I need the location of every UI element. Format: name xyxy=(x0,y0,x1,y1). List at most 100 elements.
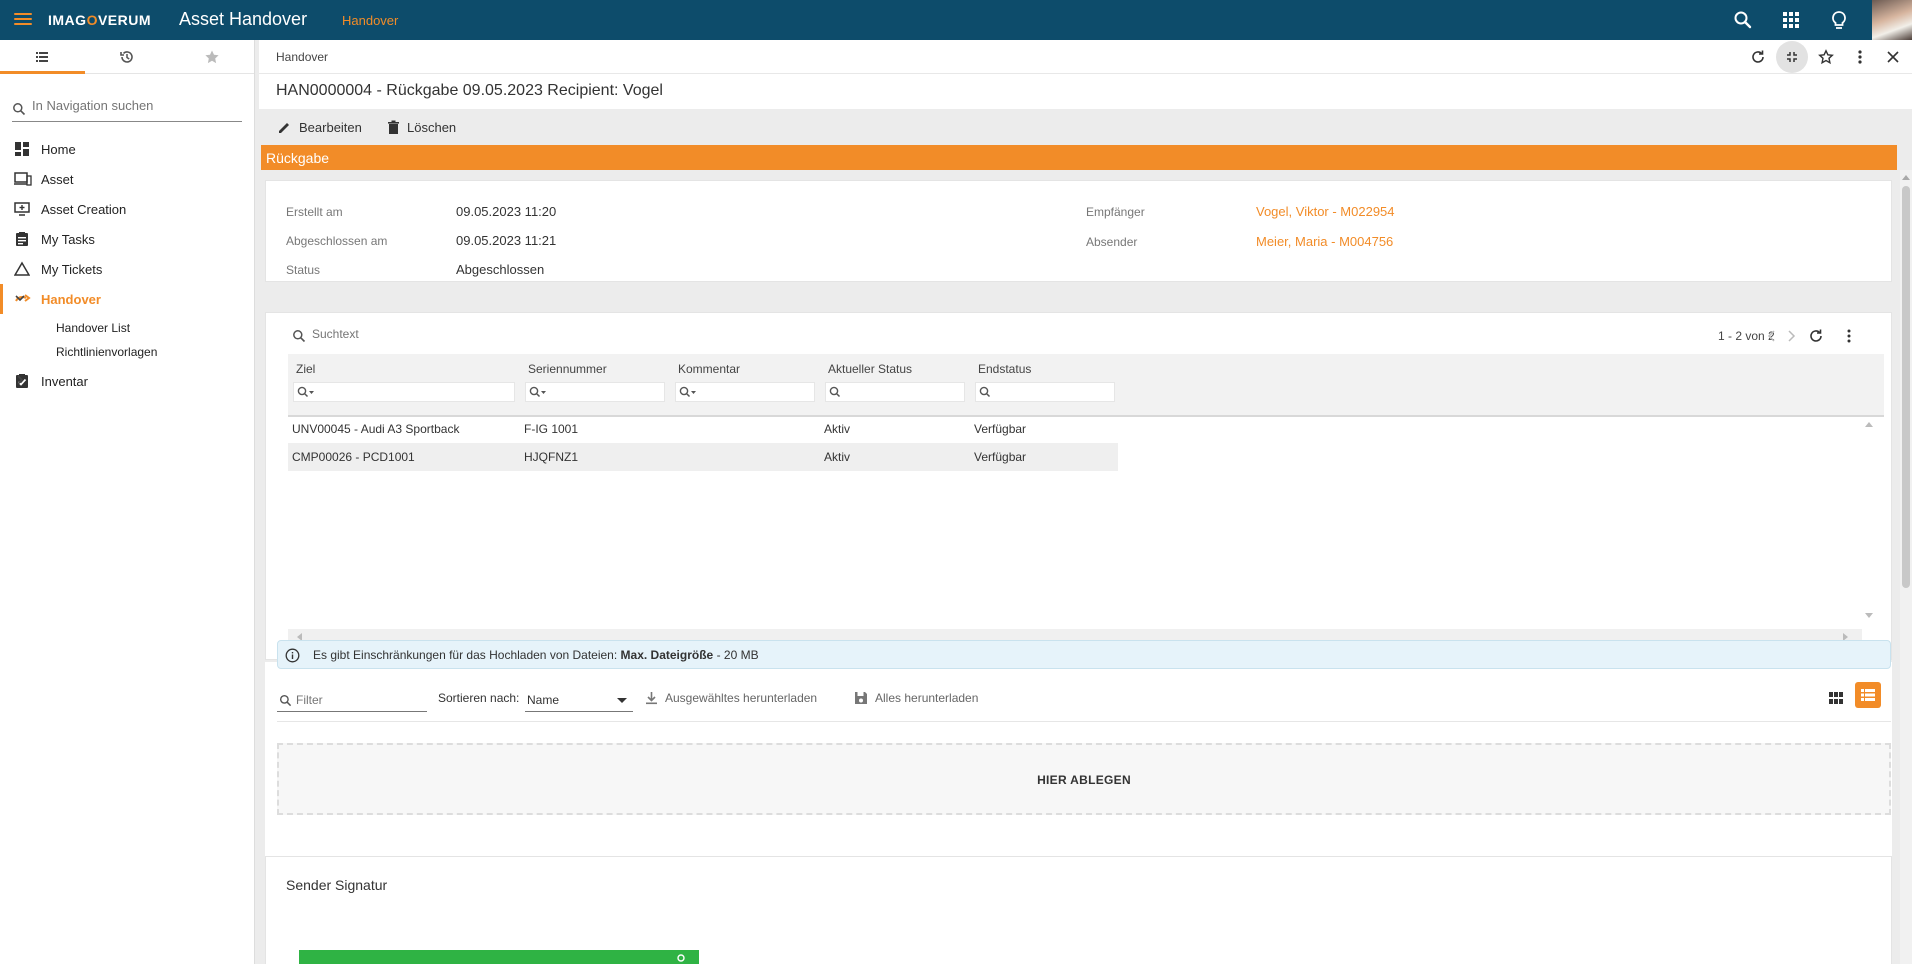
top-app-bar: IMAGOVERUM Asset Handover Handover xyxy=(0,0,1912,40)
user-avatar[interactable] xyxy=(1872,0,1912,40)
collapse-fullscreen-icon[interactable] xyxy=(1776,41,1808,73)
dashboard-icon xyxy=(15,142,29,156)
search-icon[interactable] xyxy=(1732,9,1754,31)
clipboard-icon xyxy=(16,232,28,246)
breadcrumb[interactable]: Handover xyxy=(276,50,328,64)
cell-seriennummer: HJQFNZ1 xyxy=(524,450,578,464)
sidebar-item-label: Inventar xyxy=(41,374,88,389)
cell-ziel: CMP00026 - PCD1001 xyxy=(292,450,415,464)
navigation-search-input[interactable] xyxy=(32,98,237,113)
search-icon xyxy=(13,103,26,116)
pencil-icon xyxy=(279,122,289,133)
tab-navigation-list[interactable] xyxy=(0,40,85,74)
sidebar-item-my-tasks[interactable]: My Tasks xyxy=(0,224,254,254)
breadcrumb-bar: Handover xyxy=(259,40,1912,74)
info-icon xyxy=(285,648,300,663)
warning-triangle-icon xyxy=(14,261,30,276)
imagoverum-logo: IMAGOVERUM xyxy=(48,12,152,28)
cell-ziel: UNV00045 - Audi A3 Sportback xyxy=(292,422,460,436)
close-icon[interactable] xyxy=(1882,46,1904,68)
column-header-endstatus[interactable]: Endstatus xyxy=(978,362,1031,376)
sidebar-item-home[interactable]: Home xyxy=(0,134,254,164)
list-icon xyxy=(36,51,49,62)
sidebar-item-asset[interactable]: Asset xyxy=(0,164,254,194)
delete-button[interactable]: Löschen xyxy=(387,118,456,136)
chevron-down-icon xyxy=(15,295,25,302)
page-scrollbar-thumb[interactable] xyxy=(1902,186,1910,588)
grid-vertical-scrollbar[interactable] xyxy=(1862,417,1876,629)
upload-info-text: Es gibt Einschränkungen für das Hochlade… xyxy=(313,648,759,662)
cell-seriennummer: F-IG 1001 xyxy=(524,422,579,436)
edit-button[interactable]: Bearbeiten xyxy=(277,118,362,136)
table-row[interactable]: CMP00026 - PCD1001 HJQFNZ1 Aktiv Verfügb… xyxy=(288,443,1118,471)
lightbulb-icon[interactable] xyxy=(1828,9,1850,31)
list-view-toggle[interactable] xyxy=(1855,682,1881,708)
sidebar-item-label: Home xyxy=(41,142,76,157)
apps-grid-icon[interactable] xyxy=(1780,9,1802,31)
file-filter-input[interactable] xyxy=(296,693,421,707)
recipient-link[interactable]: Vogel, Viktor - M022954 xyxy=(1256,204,1395,219)
cell-endstatus: Verfügbar xyxy=(974,450,1027,464)
closed-value: 09.05.2023 11:21 xyxy=(456,233,557,248)
page-vertical-scrollbar[interactable] xyxy=(1900,170,1912,964)
sidebar-item-label: My Tickets xyxy=(41,262,103,277)
column-header-kommentar[interactable]: Kommentar xyxy=(678,362,740,376)
section-header: Rückgabe xyxy=(261,145,1897,170)
download-selected-button[interactable]: Ausgewähltes herunterladen xyxy=(645,689,817,707)
dropdown-arrow-icon xyxy=(617,698,627,703)
refresh-icon[interactable] xyxy=(1747,46,1769,68)
more-vertical-icon[interactable] xyxy=(1846,328,1852,344)
details-card: Erstellt am 09.05.2023 11:20 Abgeschloss… xyxy=(265,180,1892,282)
sidebar-subitem-richtlinienvorlagen[interactable]: Richtlinienvorlagen xyxy=(56,345,157,359)
file-dropzone[interactable]: HIER ABLEGEN xyxy=(277,743,1891,815)
signature-pad-icon xyxy=(677,954,685,962)
filter-ziel[interactable] xyxy=(293,382,515,402)
download-icon xyxy=(646,692,657,705)
dropzone-label: HIER ABLEGEN xyxy=(1037,773,1131,787)
record-title-bar: HAN0000004 - Rückgabe 09.05.2023 Recipie… xyxy=(259,74,1912,109)
sidebar-item-label: Asset xyxy=(41,172,74,187)
sidebar-item-inventar[interactable]: Inventar xyxy=(0,366,254,396)
chevron-right-icon[interactable] xyxy=(1786,330,1796,342)
filter-aktueller-status[interactable] xyxy=(825,382,965,402)
table-row[interactable]: UNV00045 - Audi A3 Sportback F-IG 1001 A… xyxy=(288,415,1118,443)
sort-select[interactable]: Name xyxy=(525,688,633,712)
navigation-search[interactable] xyxy=(12,96,242,122)
grid-header: Ziel Seriennummer Kommentar Aktueller St… xyxy=(288,354,1884,415)
sender-link[interactable]: Meier, Maria - M004756 xyxy=(1256,234,1393,249)
sidebar-item-handover[interactable]: Handover xyxy=(0,284,254,314)
sidebar-item-my-tickets[interactable]: My Tickets xyxy=(0,254,254,284)
file-filter[interactable] xyxy=(277,688,427,712)
filter-endstatus[interactable] xyxy=(975,382,1115,402)
menu-hamburger-icon[interactable] xyxy=(14,11,32,29)
grid-view-toggle[interactable] xyxy=(1825,687,1847,709)
trash-icon xyxy=(388,120,399,134)
created-value: 09.05.2023 11:20 xyxy=(456,204,557,219)
module-name[interactable]: Handover xyxy=(342,13,398,28)
filter-search-icon xyxy=(529,386,546,398)
sidebar-subitem-handover-list[interactable]: Handover List xyxy=(56,321,130,335)
filter-seriennummer[interactable] xyxy=(525,382,665,402)
sidebar-item-label: My Tasks xyxy=(41,232,95,247)
grid-search-input[interactable] xyxy=(312,327,1272,341)
tab-favorites[interactable] xyxy=(169,40,254,73)
section-title: Rückgabe xyxy=(266,150,330,166)
sidebar-item-asset-creation[interactable]: Asset Creation xyxy=(0,194,254,224)
more-vertical-icon[interactable] xyxy=(1849,46,1871,68)
favorite-star-icon[interactable] xyxy=(1815,46,1837,68)
chevron-left-icon[interactable] xyxy=(1767,330,1777,342)
signature-pad-toolbar[interactable] xyxy=(299,950,699,964)
column-header-aktueller-status[interactable]: Aktueller Status xyxy=(828,362,912,376)
closed-label: Abgeschlossen am xyxy=(286,234,388,248)
column-header-seriennummer[interactable]: Seriennummer xyxy=(528,362,607,376)
status-value: Abgeschlossen xyxy=(456,262,545,277)
filter-kommentar[interactable] xyxy=(675,382,815,402)
download-all-button[interactable]: Alles herunterladen xyxy=(854,689,978,707)
tab-history[interactable] xyxy=(85,40,170,73)
sidebar-item-label: Asset Creation xyxy=(41,202,127,217)
column-header-ziel[interactable]: Ziel xyxy=(296,362,315,376)
refresh-icon[interactable] xyxy=(1808,328,1824,344)
search-icon xyxy=(293,330,306,343)
cell-endstatus: Verfügbar xyxy=(974,422,1027,436)
navigation-sidebar: Home Asset Asset Creation My Tasks My Ti… xyxy=(0,40,255,964)
